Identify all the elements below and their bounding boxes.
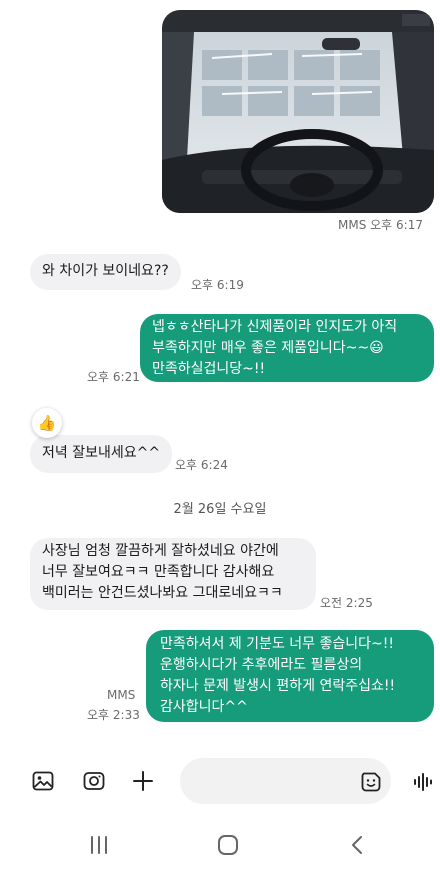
photo-attachment[interactable] [162,10,434,213]
message-time: 오후 6:19 [191,278,244,292]
home-icon [218,835,238,855]
gallery-icon [32,771,54,791]
emoji-icon [361,772,381,792]
car-interior-image [162,10,434,213]
camera-button[interactable] [80,767,108,795]
thumbs-up-reaction-icon[interactable]: 👍 [32,408,62,438]
back-icon [352,836,362,854]
message-time: 오후 6:24 [175,458,228,472]
message-time: 오후 6:21 [87,370,140,384]
outgoing-message-bubble[interactable]: 만족하셔서 제 기분도 너무 좋습니다~!! 운행하시다가 추후에라도 필름상의… [146,630,434,722]
gallery-button[interactable] [29,767,57,795]
message-type-label: MMS [107,688,136,702]
camera-icon [83,772,105,790]
incoming-message-bubble[interactable]: 와 차이가 보이네요?? [30,254,181,290]
attachment-meta: MMS 오후 6:17 [338,218,423,232]
voice-icon [414,773,432,791]
incoming-message-bubble[interactable]: 사장님 엄청 깔끔하게 잘하셨네요 야간에 너무 잘보여요ㅋㅋ 만족합니다 감사… [30,538,316,610]
recent-apps-button[interactable] [88,834,110,860]
outgoing-message-bubble[interactable]: 넵ㅎㅎ산타나가 신제품이라 인지도가 아직 부족하지만 매우 좋은 제품입니다~… [140,314,434,382]
message-time: 오후 2:33 [87,708,140,722]
date-separator: 2월 26일 수요일 [173,502,267,517]
plus-icon [133,771,153,791]
home-button[interactable] [216,833,240,861]
incoming-message-bubble[interactable]: 저녁 잘보내세요^^ [30,435,173,473]
voice-input-button[interactable] [410,768,438,796]
emoji-sticker-button[interactable] [357,768,385,796]
message-input[interactable] [194,770,358,794]
back-button[interactable] [348,834,368,860]
add-attachment-button[interactable] [129,767,157,795]
recent-apps-icon [91,836,107,854]
message-time: 오전 2:25 [320,596,373,610]
